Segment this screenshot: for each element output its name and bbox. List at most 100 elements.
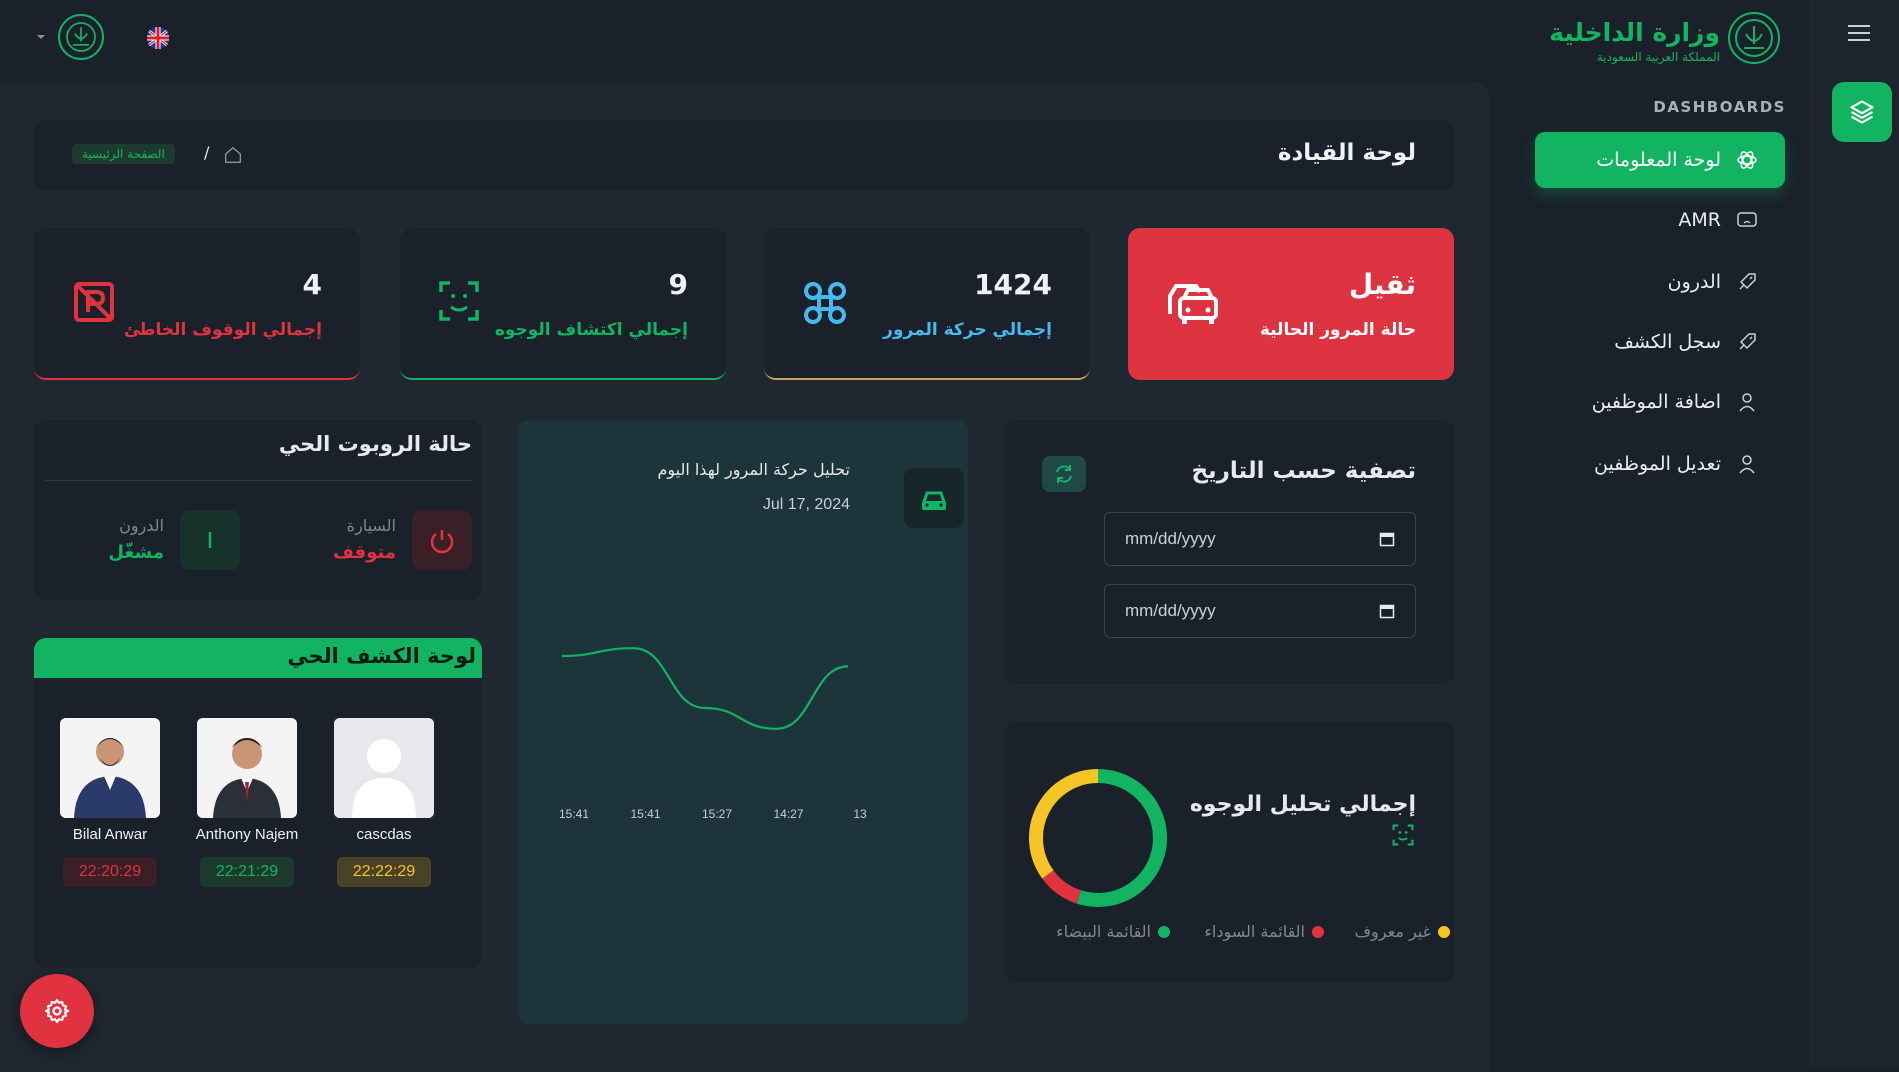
- layers-icon: [1848, 98, 1876, 126]
- hamburger-menu-icon[interactable]: [1848, 24, 1870, 42]
- emblem-icon: [60, 16, 102, 58]
- robot-status-title: حالة الروبوت الحي: [279, 432, 472, 456]
- sidebar-item-label: اضافة الموظفين: [1592, 391, 1721, 413]
- face-analysis-donut-chart[interactable]: [1026, 766, 1170, 910]
- donut-slice[interactable]: [1036, 776, 1098, 874]
- legend-item-unknown: غير معروف: [1354, 922, 1450, 941]
- date-from-input[interactable]: mm/dd/yyyy: [1104, 512, 1416, 566]
- no-parking-icon: [72, 280, 116, 324]
- donut-slice[interactable]: [1079, 776, 1160, 900]
- stat-label: حالة المرور الحالية: [1260, 320, 1416, 340]
- person-name: Anthony Najem: [187, 826, 307, 843]
- atom-icon: [1735, 148, 1759, 172]
- stat-label: إجمالي الوقوف الخاطئ: [124, 320, 322, 340]
- x-axis-tick-label: 15:41: [630, 807, 660, 821]
- traffic-line-chart[interactable]: 15:4115:4115:2714:2713: [518, 570, 968, 1024]
- car-icon: [904, 468, 964, 528]
- gear-icon: [43, 997, 71, 1025]
- date-to-input[interactable]: mm/dd/yyyy: [1104, 584, 1416, 638]
- ministry-logo[interactable]: وزارة الداخلية المملكة العربية السعودية: [1590, 12, 1780, 68]
- rocket-icon: [1735, 270, 1759, 294]
- detected-person-card[interactable]: cascdas 22:22:29: [324, 718, 444, 887]
- icon-rail: [1811, 0, 1899, 1066]
- sidebar-item-label: تعديل الموظفين: [1594, 453, 1721, 475]
- stat-value: 1424: [974, 268, 1052, 301]
- live-detection-header: لوحة الكشف الحي: [34, 638, 482, 678]
- page-title: لوحة القيادة: [1278, 140, 1416, 166]
- stat-value: 9: [669, 268, 688, 301]
- date-filter-title: تصفية حسب التاريخ: [1191, 458, 1416, 484]
- legend-item-whitelist: القائمة البيضاء: [1056, 922, 1170, 941]
- car-label: السيارة: [347, 516, 396, 535]
- avatar-placeholder: [334, 718, 434, 818]
- sidebar-item-label: الدرون: [1668, 271, 1721, 293]
- drone-label: الدرون: [119, 516, 164, 535]
- drone-icon: [802, 280, 848, 326]
- dashboards-section-label: DASHBOARDS: [1653, 98, 1786, 116]
- x-axis-tick-label: 15:41: [559, 807, 589, 821]
- drone-toggle-button[interactable]: [180, 510, 240, 570]
- date-to-placeholder: mm/dd/yyyy: [1125, 601, 1216, 621]
- language-uk-flag-icon[interactable]: [146, 26, 170, 50]
- person-name: Bilal Anwar: [50, 826, 170, 843]
- profile-emblem-avatar[interactable]: [58, 14, 104, 60]
- user-icon: [1735, 390, 1759, 414]
- sidebar-item-label: سجل الكشف: [1614, 331, 1721, 353]
- sidebar-item-amr[interactable]: AMR: [1499, 205, 1759, 235]
- sidebar-item-detection-log[interactable]: سجل الكشف: [1499, 327, 1759, 357]
- stat-card-face-detection[interactable]: 9 إجمالي اكتشاف الوجوه: [400, 228, 726, 380]
- emblem-icon: [1728, 12, 1780, 64]
- x-axis-tick-label: 14:27: [773, 807, 803, 821]
- stat-label: إجمالي اكتشاف الوجوه: [495, 320, 688, 340]
- sidebar-item-dashboard[interactable]: لوحة المعلومات: [1499, 145, 1759, 175]
- sidebar-item-edit-employees[interactable]: تعديل الموظفين: [1499, 449, 1759, 479]
- face-scan-icon: [438, 280, 480, 322]
- sidebar-item-add-employees[interactable]: اضافة الموظفين: [1499, 387, 1759, 417]
- car-status: متوقف: [333, 542, 396, 563]
- traffic-analysis-chart-card: تحليل حركة المرور لهذا اليوم Jul 17, 202…: [518, 420, 968, 1024]
- toggle-on-icon: [180, 510, 240, 570]
- detection-time: 22:20:29: [63, 857, 157, 887]
- sidebar-item-drone[interactable]: الدرون: [1499, 267, 1759, 297]
- live-detection-title: لوحة الكشف الحي: [287, 644, 476, 668]
- detection-time: 22:22:29: [337, 857, 431, 887]
- stat-card-traffic-status[interactable]: ثقيل حالة المرور الحالية: [1128, 228, 1454, 380]
- logo-subtitle: المملكة العربية السعودية: [1597, 50, 1720, 64]
- legend-dot: [1158, 926, 1170, 938]
- person-name: cascdas: [324, 826, 444, 843]
- face-analysis-card: إجمالي تحليل الوجوه غير معروف القائمة ال…: [1004, 722, 1454, 982]
- dashboards-rail-button[interactable]: [1832, 82, 1892, 142]
- sidebar-item-label: لوحة المعلومات: [1596, 149, 1721, 171]
- traffic-series-line: [562, 648, 848, 729]
- drone-status: مشغّل: [108, 542, 164, 563]
- stat-card-wrong-parking[interactable]: 4 إجمالي الوقوف الخاطئ: [34, 228, 360, 380]
- home-icon[interactable]: [222, 144, 244, 166]
- detected-person-card[interactable]: Anthony Najem 22:21:29: [187, 718, 307, 887]
- stat-value: ثقيل: [1349, 268, 1416, 301]
- settings-fab-button[interactable]: [20, 974, 94, 1048]
- profile-dropdown-chevron-icon[interactable]: [36, 32, 46, 42]
- calendar-icon[interactable]: [1379, 531, 1395, 547]
- power-icon: [412, 510, 472, 570]
- car-icon: [1166, 280, 1220, 328]
- face-analysis-title: إجمالي تحليل الوجوه: [1190, 792, 1416, 817]
- car-power-button[interactable]: [412, 510, 472, 570]
- donut-slice[interactable]: [1048, 874, 1079, 897]
- logo-title: وزارة الداخلية: [1549, 18, 1720, 47]
- person-photo: [197, 718, 297, 818]
- legend-label: غير معروف: [1354, 922, 1431, 941]
- legend-dot: [1438, 926, 1450, 938]
- detected-person-card[interactable]: Bilal Anwar 22:20:29: [50, 718, 170, 887]
- rocket-icon: [1735, 330, 1759, 354]
- refresh-button[interactable]: [1042, 456, 1086, 492]
- refresh-icon: [1042, 456, 1086, 492]
- face-scan-icon: [1392, 824, 1414, 846]
- live-robot-status-card: حالة الروبوت الحي السيارة متوقف الدرون م…: [34, 420, 482, 600]
- breadcrumb-home-link[interactable]: الصفحة الرئيسية: [72, 144, 175, 164]
- legend-dot: [1312, 926, 1324, 938]
- traffic-chart-date: Jul 17, 2024: [763, 496, 850, 514]
- calendar-icon[interactable]: [1379, 603, 1395, 619]
- sidebar-item-label: AMR: [1678, 209, 1721, 231]
- stat-card-total-traffic[interactable]: 1424 إجمالي حركة المرور: [764, 228, 1090, 380]
- user-icon: [1735, 452, 1759, 476]
